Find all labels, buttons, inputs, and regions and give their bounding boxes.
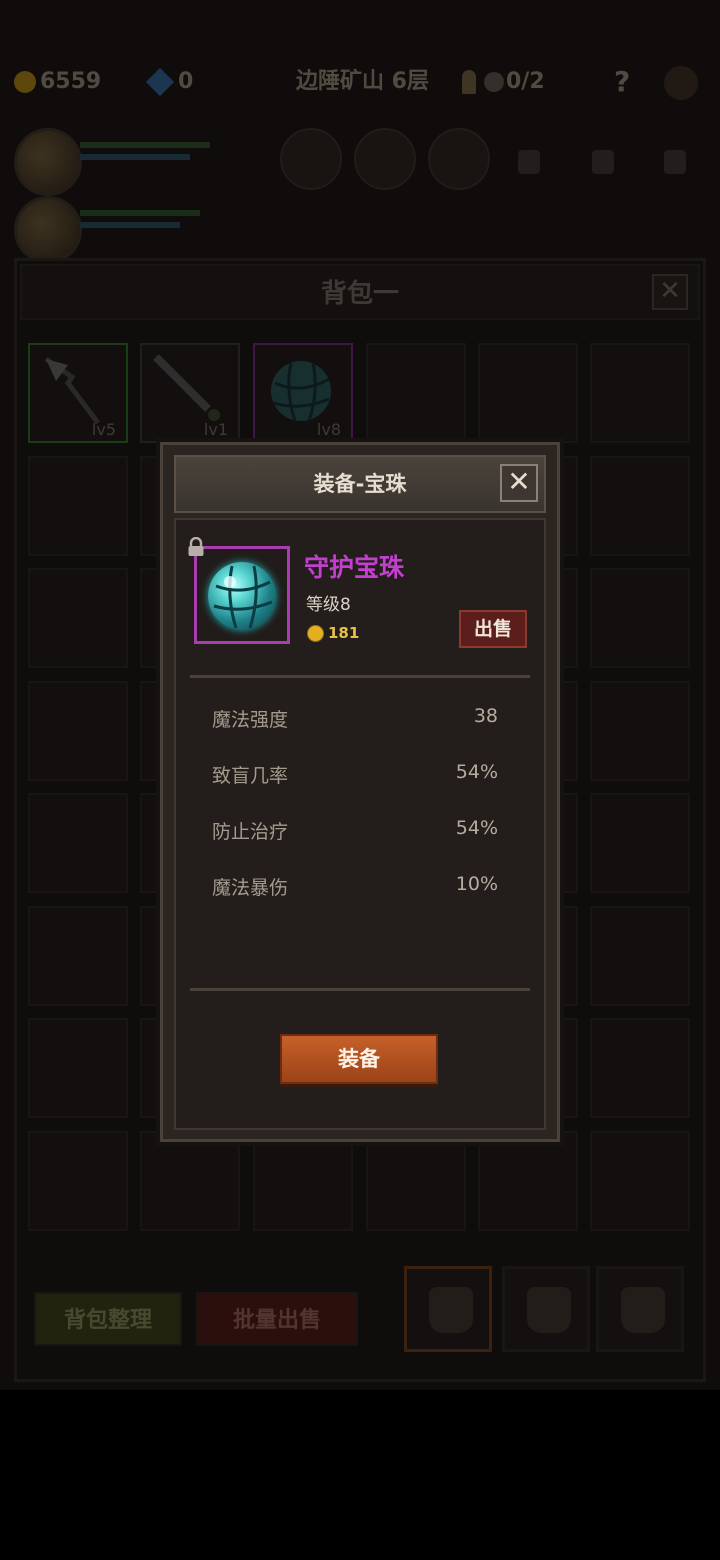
- lock-icon[interactable]: [187, 537, 205, 557]
- orb-pattern-icon: [213, 565, 273, 629]
- item-price: 181: [328, 624, 360, 642]
- stat-name: 魔法强度: [212, 709, 289, 731]
- sell-button[interactable]: 出售: [459, 610, 527, 648]
- stat-value: 54%: [455, 817, 498, 839]
- dialog-title: 装备-宝珠: [313, 472, 407, 496]
- item-level: 等级8: [306, 595, 351, 615]
- coin-icon: [307, 625, 324, 642]
- stat-value: 54%: [455, 761, 498, 783]
- stat-value: 38: [473, 705, 498, 727]
- divider: [190, 988, 530, 991]
- equip-button[interactable]: 装备: [280, 1034, 438, 1084]
- stat-value: 10%: [455, 873, 498, 895]
- stat-name: 魔法暴伤: [212, 877, 289, 899]
- stat-name: 防止治疗: [212, 821, 289, 843]
- item-name: 守护宝珠: [304, 553, 405, 582]
- dialog-close-button[interactable]: ✕: [500, 464, 538, 502]
- stat-name: 致盲几率: [212, 765, 289, 787]
- divider: [190, 675, 530, 678]
